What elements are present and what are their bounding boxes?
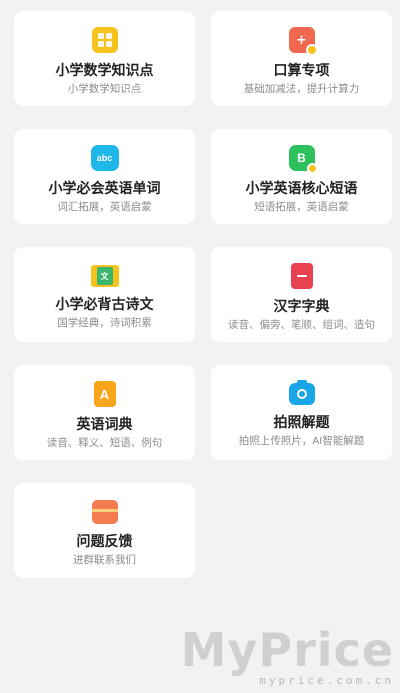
oral-math-icon: + bbox=[288, 27, 318, 56]
poetry-scroll-icon: 文 bbox=[90, 265, 119, 287]
card-feedback[interactable]: 问题反馈 进群联系我们 bbox=[14, 483, 195, 578]
card-hanzi-dictionary[interactable]: 汉字字典 读音、偏旁、笔顺、组词、造句 bbox=[211, 247, 392, 342]
card-subtitle: 拍照上传照片，AI智能解题 bbox=[238, 435, 365, 447]
feature-grid: 小学数学知识点 小学数学知识点 + 口算专项 基础加减法，提升计算力 abc 小… bbox=[14, 11, 392, 601]
card-subtitle: 国学经典，诗词积累 bbox=[57, 317, 152, 329]
card-subtitle: 短语拓展，英语启蒙 bbox=[254, 201, 349, 213]
card-subtitle: 基础加减法，提升计算力 bbox=[243, 83, 360, 95]
card-math-knowledge[interactable]: 小学数学知识点 小学数学知识点 bbox=[14, 11, 195, 106]
card-title: 口算专项 bbox=[273, 62, 330, 78]
poetry-scroll-glyph: 文 bbox=[96, 267, 113, 285]
card-title: 汉字字典 bbox=[273, 298, 330, 314]
card-english-words[interactable]: abc 小学必会英语单词 词汇拓展，英语启蒙 bbox=[14, 129, 195, 224]
math-calculator-icon bbox=[91, 27, 118, 53]
abc-word-icon: abc bbox=[90, 145, 119, 171]
card-subtitle: 小学数学知识点 bbox=[67, 83, 142, 95]
watermark-url: myprice.com.cn bbox=[259, 674, 394, 687]
card-title: 小学必背古诗文 bbox=[55, 296, 154, 312]
card-title: 小学必会英语单词 bbox=[48, 180, 161, 196]
phrase-b-icon: B bbox=[288, 145, 318, 174]
card-subtitle: 读音、释义、短语、例句 bbox=[46, 437, 163, 449]
card-subtitle: 词汇拓展，英语启蒙 bbox=[57, 201, 152, 213]
card-photo-solve[interactable]: 拍照解题 拍照上传照片，AI智能解题 bbox=[211, 365, 392, 460]
card-title: 问题反馈 bbox=[76, 533, 133, 549]
camera-icon bbox=[288, 380, 315, 405]
card-english-dictionary[interactable]: A 英语词典 读音、释义、短语、例句 bbox=[14, 365, 195, 460]
hanzi-dictionary-icon bbox=[290, 263, 313, 289]
phrase-b-letter: B bbox=[297, 151, 306, 165]
card-subtitle: 进群联系我们 bbox=[73, 554, 136, 566]
feedback-icon bbox=[91, 500, 118, 524]
card-subtitle: 读音、偏旁、笔顺、组词、造句 bbox=[228, 319, 375, 331]
watermark: MyPrice myprice.com.cn bbox=[181, 626, 394, 687]
card-title: 小学英语核心短语 bbox=[245, 180, 358, 196]
card-title: 拍照解题 bbox=[273, 414, 330, 430]
card-title: 小学数学知识点 bbox=[55, 62, 154, 78]
card-oral-math[interactable]: + 口算专项 基础加减法，提升计算力 bbox=[211, 11, 392, 106]
english-dictionary-icon: A bbox=[93, 381, 116, 407]
watermark-brand: MyPrice bbox=[180, 623, 394, 677]
card-english-phrases[interactable]: B 小学英语核心短语 短语拓展，英语启蒙 bbox=[211, 129, 392, 224]
card-title: 英语词典 bbox=[76, 416, 133, 432]
card-ancient-poetry[interactable]: 文 小学必背古诗文 国学经典，诗词积累 bbox=[14, 247, 195, 342]
